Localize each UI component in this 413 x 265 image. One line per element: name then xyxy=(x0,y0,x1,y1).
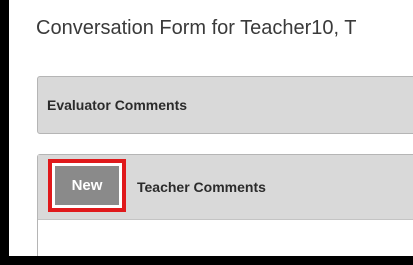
new-comment-button[interactable]: New xyxy=(48,159,126,212)
teacher-comments-label: Teacher Comments xyxy=(137,179,266,195)
teacher-comments-section: New Teacher Comments xyxy=(37,154,413,256)
teacher-comments-header[interactable]: New Teacher Comments xyxy=(38,155,413,220)
evaluator-comments-section: Evaluator Comments xyxy=(37,76,413,134)
page-title: Conversation Form for Teacher10, T xyxy=(36,17,357,39)
screenshot-frame: Conversation Form for Teacher10, T Evalu… xyxy=(0,0,413,265)
evaluator-comments-header[interactable]: Evaluator Comments xyxy=(38,77,413,133)
evaluator-comments-label: Evaluator Comments xyxy=(47,97,188,113)
new-comment-button-label: New xyxy=(55,166,119,205)
